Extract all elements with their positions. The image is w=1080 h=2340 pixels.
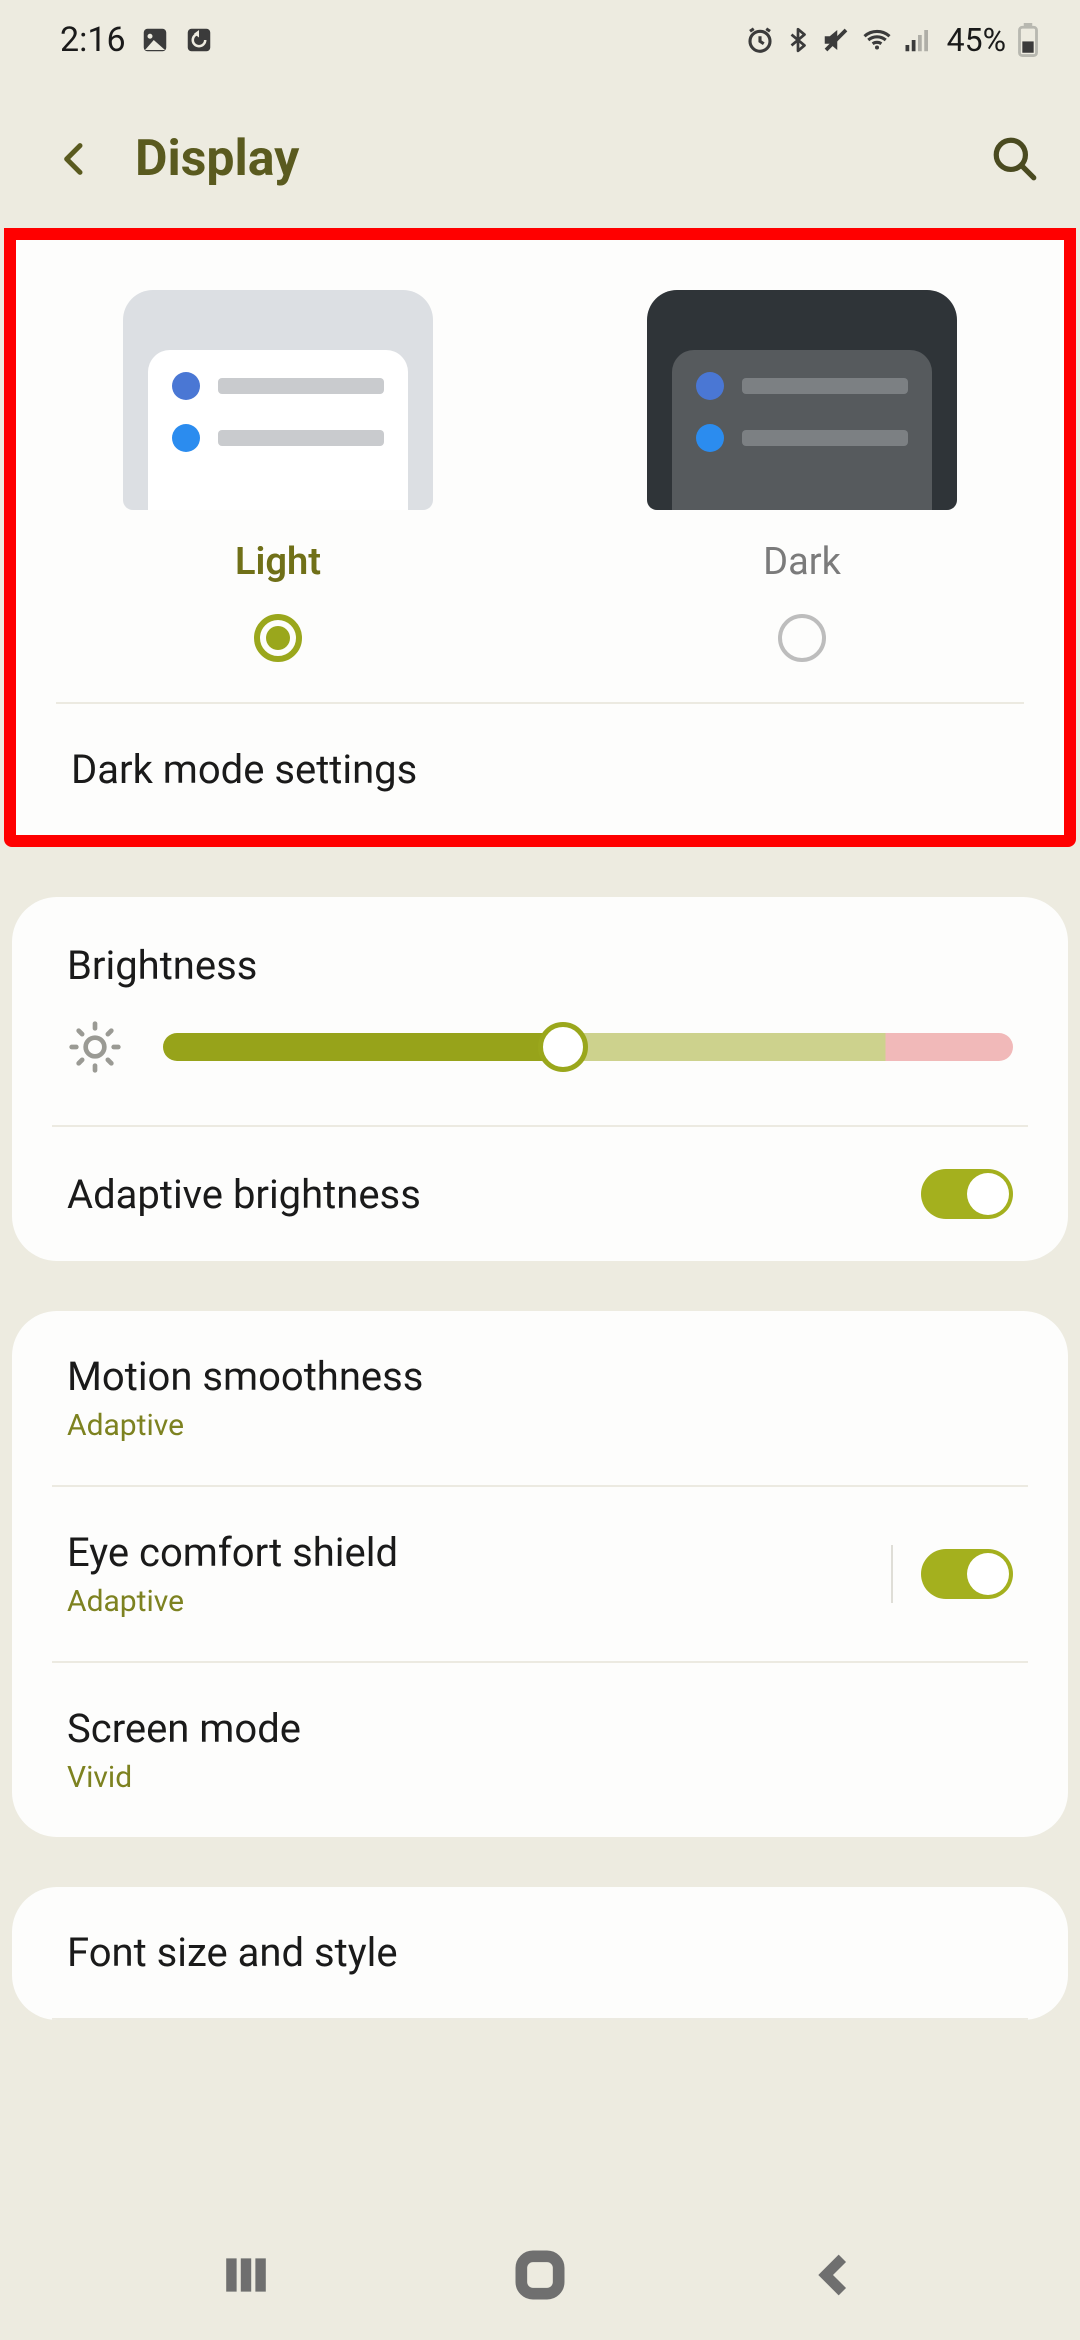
motion-smoothness-row[interactable]: Motion smoothness Adaptive (12, 1311, 1068, 1485)
screen-mode-label: Screen mode (67, 1705, 301, 1752)
brightness-slider[interactable] (163, 1033, 1013, 1061)
brightness-card: Brightness Adaptive brightness (12, 897, 1068, 1261)
battery-icon (1016, 23, 1040, 57)
dark-mode-settings-row[interactable]: Dark mode settings (16, 704, 1064, 835)
eye-comfort-value: Adaptive (67, 1584, 398, 1619)
theme-label-light: Light (235, 540, 321, 584)
motion-label: Motion smoothness (67, 1353, 423, 1400)
adaptive-brightness-row[interactable]: Adaptive brightness (12, 1127, 1068, 1261)
theme-preview-light (123, 290, 433, 510)
radio-dark[interactable] (778, 614, 826, 662)
adaptive-brightness-switch[interactable] (921, 1169, 1013, 1219)
home-icon[interactable] (512, 2247, 568, 2303)
refresh-icon (184, 25, 214, 55)
status-time: 2:16 (60, 20, 126, 60)
alarm-icon (745, 25, 775, 55)
page-title: Display (135, 130, 950, 188)
eye-comfort-label: Eye comfort shield (67, 1529, 398, 1576)
signal-icon (903, 25, 933, 55)
theme-option-dark[interactable]: Dark (566, 290, 1038, 662)
theme-preview-dark (647, 290, 957, 510)
screen-mode-value: Vivid (67, 1760, 301, 1795)
adaptive-brightness-label: Adaptive brightness (67, 1171, 421, 1218)
nav-back-icon[interactable] (809, 2250, 859, 2300)
back-icon[interactable] (55, 139, 95, 179)
motion-value: Adaptive (67, 1408, 423, 1443)
mute-icon (821, 25, 851, 55)
radio-light[interactable] (254, 614, 302, 662)
status-bar: 2:16 45% (0, 0, 1080, 80)
theme-option-light[interactable]: Light (42, 290, 514, 662)
font-size-style-row[interactable]: Font size and style (12, 1887, 1068, 2018)
recents-icon[interactable] (221, 2250, 271, 2300)
search-icon[interactable] (990, 134, 1040, 184)
dark-mode-settings-label: Dark mode settings (71, 746, 417, 793)
font-label: Font size and style (67, 1929, 398, 1976)
title-bar: Display (0, 80, 1080, 228)
brightness-slider-thumb[interactable] (538, 1022, 588, 1072)
nav-bar (0, 2210, 1080, 2340)
gallery-icon (140, 25, 170, 55)
screen-mode-row[interactable]: Screen mode Vivid (12, 1663, 1068, 1837)
brightness-label: Brightness (12, 897, 1068, 1019)
theme-label-dark: Dark (763, 540, 841, 584)
eye-comfort-row[interactable]: Eye comfort shield Adaptive (12, 1487, 1068, 1661)
eye-comfort-switch[interactable] (921, 1549, 1013, 1599)
brightness-icon (67, 1019, 123, 1075)
bluetooth-icon (785, 25, 811, 55)
divider-vertical (891, 1545, 893, 1603)
theme-card: Light Dark Dark mode settings (4, 228, 1076, 847)
wifi-icon (861, 25, 893, 55)
battery-percent: 45% (947, 21, 1006, 59)
font-card: Font size and style (12, 1887, 1068, 2020)
display-options-card: Motion smoothness Adaptive Eye comfort s… (12, 1311, 1068, 1837)
